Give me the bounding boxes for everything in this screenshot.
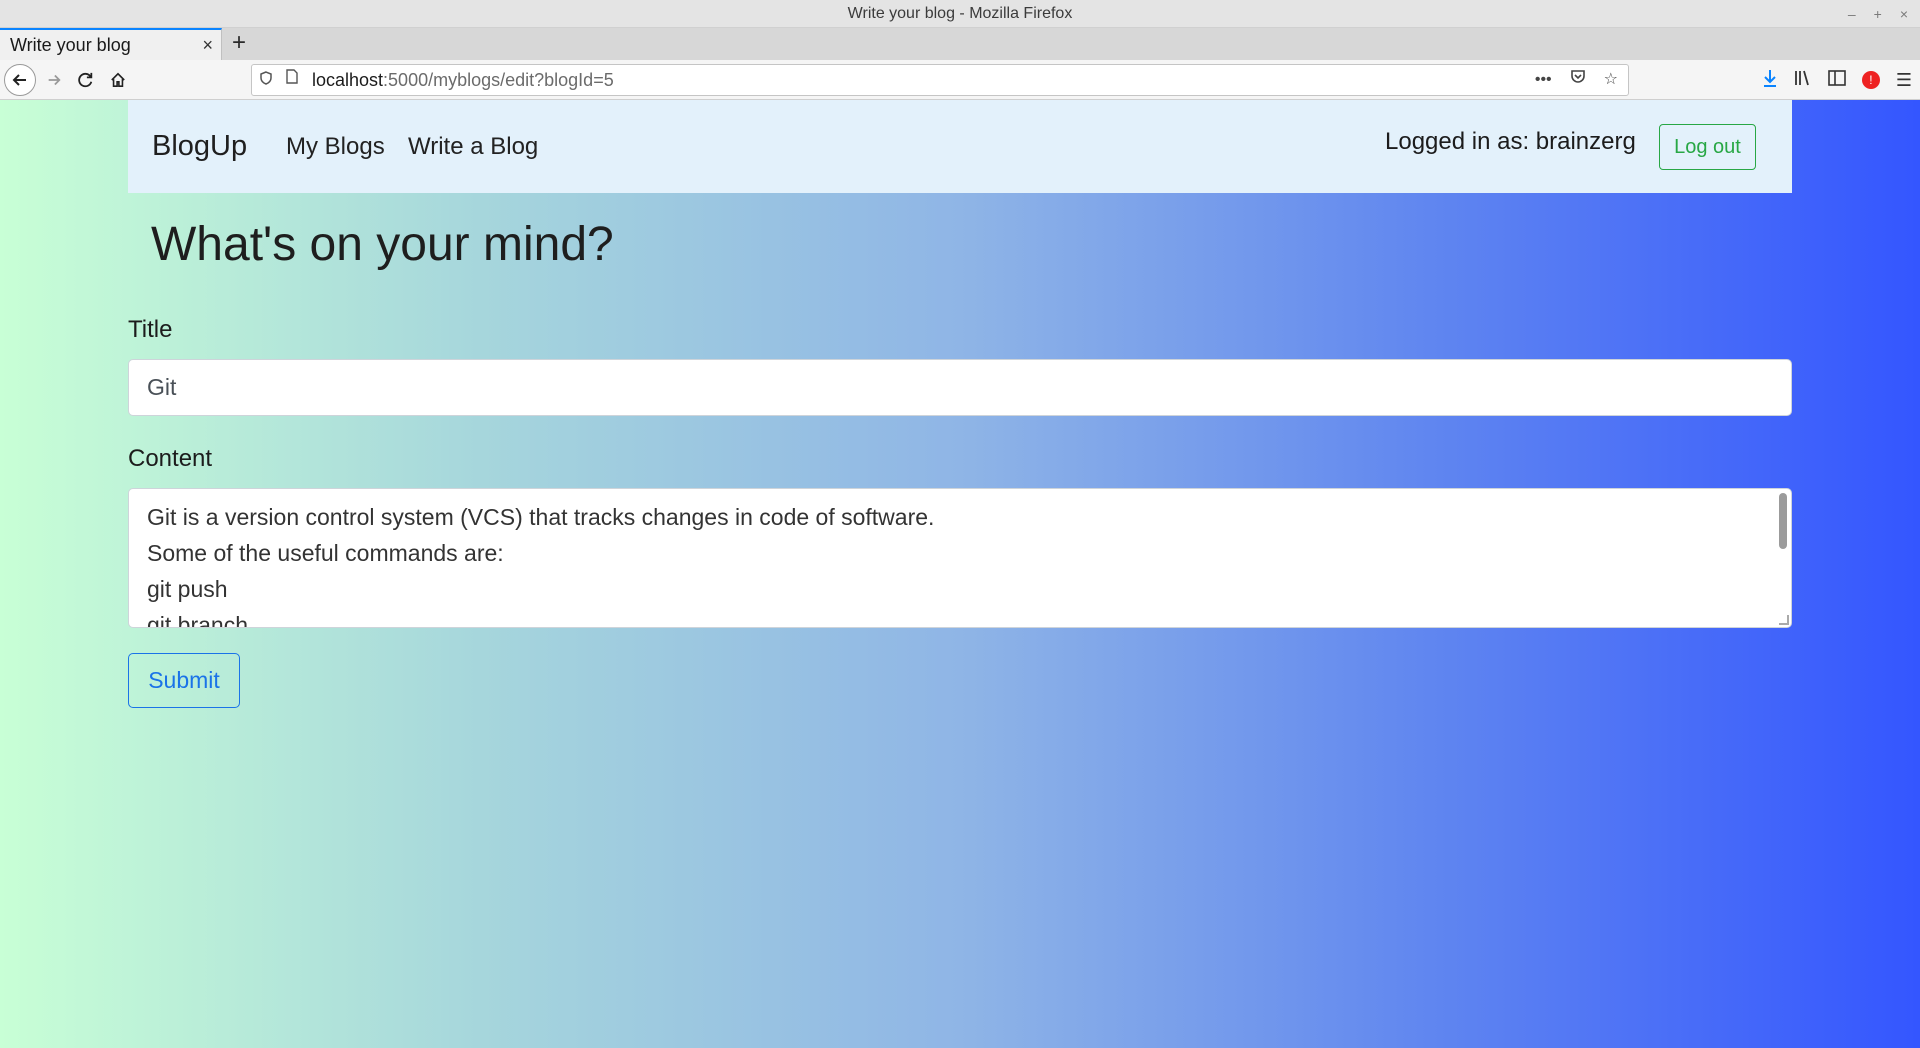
window-controls: – + ×: [1848, 0, 1908, 28]
tab-write-your-blog[interactable]: Write your blog ×: [0, 28, 222, 60]
browser-toolbar: localhost:5000/myblogs/edit?blogId=5 •••…: [0, 60, 1920, 100]
close-window-button[interactable]: ×: [1900, 0, 1908, 28]
window-title: Write your blog - Mozilla Firefox: [847, 5, 1073, 22]
title-input[interactable]: [128, 359, 1792, 416]
content-text: Git is a version control system (VCS) th…: [147, 504, 935, 628]
library-icon[interactable]: [1794, 69, 1812, 92]
toolbar-right: ! ☰: [1762, 64, 1912, 96]
sidebar-icon[interactable]: [1828, 69, 1846, 91]
logout-button[interactable]: Log out: [1659, 124, 1756, 170]
url-actions: ••• ☆: [1535, 65, 1618, 95]
url-text[interactable]: localhost:5000/myblogs/edit?blogId=5: [312, 65, 614, 95]
url-host: localhost: [312, 70, 384, 90]
title-label: Title: [128, 316, 173, 343]
textarea-scrollbar[interactable]: [1779, 493, 1787, 549]
tab-strip: Write your blog × +: [0, 28, 1920, 60]
bookmark-star-icon[interactable]: ☆: [1604, 65, 1618, 95]
page-viewport: BlogUp My Blogs Write a Blog Logged in a…: [0, 100, 1920, 1048]
hamburger-menu-icon[interactable]: ☰: [1896, 70, 1912, 91]
more-actions-icon[interactable]: •••: [1535, 65, 1552, 95]
reload-icon[interactable]: [70, 64, 102, 96]
page-title: What's on your mind?: [151, 218, 614, 271]
nav-write-blog[interactable]: Write a Blog: [408, 133, 538, 161]
maximize-button[interactable]: +: [1874, 0, 1882, 28]
site-brand[interactable]: BlogUp: [152, 130, 247, 163]
back-arrow-icon[interactable]: [4, 64, 36, 96]
tab-title: Write your blog: [10, 35, 131, 55]
nav-my-blogs[interactable]: My Blogs: [286, 133, 385, 161]
new-tab-button[interactable]: +: [232, 28, 246, 60]
url-bar[interactable]: localhost:5000/myblogs/edit?blogId=5 •••…: [251, 64, 1629, 96]
content-textarea[interactable]: Git is a version control system (VCS) th…: [128, 488, 1792, 628]
window-titlebar: Write your blog - Mozilla Firefox – + ×: [0, 0, 1920, 28]
minimize-button[interactable]: –: [1848, 0, 1856, 28]
logged-in-status: Logged in as: brainzerg: [1385, 128, 1636, 155]
url-path: :5000/myblogs/edit?blogId=5: [383, 70, 614, 90]
page-info-icon[interactable]: [286, 65, 298, 95]
home-icon[interactable]: [102, 64, 134, 96]
forward-arrow-icon[interactable]: [38, 64, 70, 96]
tab-close-icon[interactable]: ×: [202, 30, 213, 60]
site-navbar: BlogUp My Blogs Write a Blog Logged in a…: [128, 100, 1792, 193]
resize-handle[interactable]: [1779, 615, 1789, 625]
download-icon[interactable]: [1762, 69, 1778, 92]
adblock-icon[interactable]: !: [1861, 71, 1880, 89]
tracking-shield-icon[interactable]: [260, 65, 272, 95]
submit-button[interactable]: Submit: [128, 653, 240, 708]
pocket-icon[interactable]: [1570, 65, 1586, 95]
content-label: Content: [128, 445, 213, 472]
